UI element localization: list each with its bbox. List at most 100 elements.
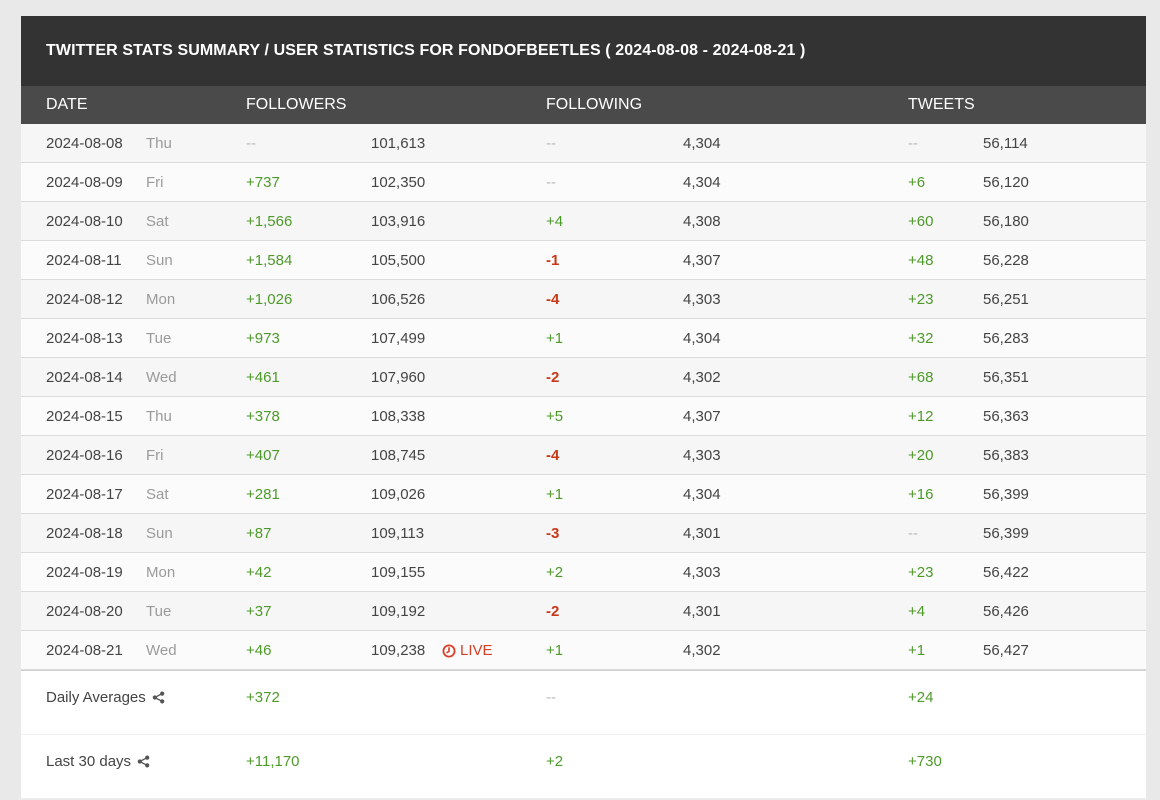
followers-change: +378	[246, 408, 280, 425]
following-total: 4,308	[683, 213, 721, 230]
followers-total: 108,745	[371, 447, 426, 464]
following-change: +1	[546, 330, 564, 347]
tweets-total: 56,120	[983, 174, 1029, 191]
followers-total: 108,338	[371, 408, 426, 425]
share-icon[interactable]	[137, 755, 150, 768]
followers-total: 107,960	[371, 369, 426, 386]
row-weekday: Wed	[146, 369, 177, 386]
row-date: 2024-08-18	[46, 525, 123, 542]
following-change: --	[546, 135, 556, 152]
row-date: 2024-08-08	[46, 135, 123, 152]
row-weekday: Sun	[146, 525, 173, 542]
table-row: 2024-08-10 Sat +1,566 103,916 +4 4,308 +60 56,1…	[21, 202, 1146, 241]
following-change: --	[546, 689, 556, 706]
table-row: 2024-08-21 Wed +46 109,238 LIVE +1 4,302 +1 56,4…	[21, 631, 1146, 670]
followers-total: 101,613	[371, 135, 426, 152]
row-weekday: Sat	[146, 486, 169, 503]
following-change: +2	[546, 753, 564, 770]
following-change: +1	[546, 486, 564, 503]
following-total: 4,303	[683, 291, 721, 308]
row-date: 2024-08-09	[46, 174, 123, 191]
tweets-total: 56,399	[983, 486, 1029, 503]
table-row: 2024-08-20 Tue +37 109,192 -2 4,301 +4 56,426	[21, 592, 1146, 631]
table-row: 2024-08-13 Tue +973 107,499 +1 4,304 +32 56,283	[21, 319, 1146, 358]
row-weekday: Sat	[146, 213, 169, 230]
row-date: 2024-08-15	[46, 408, 123, 425]
following-total: 4,303	[683, 447, 721, 464]
tweets-total: 56,363	[983, 408, 1029, 425]
row-weekday: Thu	[146, 408, 172, 425]
header-date: DATE	[46, 96, 88, 113]
summary-row: Daily Averages +372 -- +24	[21, 671, 1146, 735]
row-date: 2024-08-11	[46, 252, 122, 269]
followers-change: +1,026	[246, 291, 293, 308]
followers-change: +372	[246, 689, 280, 706]
summary-label: Last 30 days	[46, 753, 150, 770]
followers-total: 109,113	[371, 525, 425, 542]
following-change: +5	[546, 408, 564, 425]
followers-total: 103,916	[371, 213, 426, 230]
followers-change: --	[246, 135, 256, 152]
following-total: 4,307	[683, 408, 721, 425]
table-row: 2024-08-16 Fri +407 108,745 -4 4,303 +20 56,383	[21, 436, 1146, 475]
tweets-total: 56,399	[983, 525, 1029, 542]
row-weekday: Fri	[146, 447, 164, 464]
followers-change: +407	[246, 447, 280, 464]
following-total: 4,304	[683, 330, 721, 347]
following-total: 4,304	[683, 486, 721, 503]
tweets-change: +1	[908, 642, 926, 659]
tweets-change: +16	[908, 486, 934, 503]
followers-total: 102,350	[371, 174, 426, 191]
table-row: 2024-08-14 Wed +461 107,960 -2 4,302 +68 56,351	[21, 358, 1146, 397]
followers-change: +281	[246, 486, 280, 503]
row-weekday: Mon	[146, 564, 176, 581]
tweets-change: +48	[908, 252, 934, 269]
tweets-change: +23	[908, 291, 934, 308]
following-total: 4,304	[683, 174, 721, 191]
row-date: 2024-08-12	[46, 291, 123, 308]
tweets-change: +12	[908, 408, 934, 425]
clock-icon	[442, 644, 456, 658]
live-indicator[interactable]: LIVE	[442, 642, 493, 659]
following-change: +1	[546, 642, 564, 659]
row-date: 2024-08-20	[46, 603, 123, 620]
followers-change: +1,584	[246, 252, 293, 269]
page-title: TWITTER STATS SUMMARY / USER STATISTICS …	[21, 16, 1146, 86]
row-weekday: Wed	[146, 642, 177, 659]
table-row: 2024-08-11 Sun +1,584 105,500 -1 4,307 +48 56,2…	[21, 241, 1146, 280]
following-total: 4,304	[683, 135, 721, 152]
tweets-change: +32	[908, 330, 934, 347]
followers-total: 109,192	[371, 603, 426, 620]
following-total: 4,302	[683, 642, 721, 659]
following-total: 4,307	[683, 252, 721, 269]
tweets-total: 56,422	[983, 564, 1029, 581]
row-date: 2024-08-16	[46, 447, 123, 464]
header-tweets: TWEETS	[908, 96, 975, 113]
tweets-change: --	[908, 135, 918, 152]
share-icon[interactable]	[152, 691, 165, 704]
followers-change: +37	[246, 603, 272, 620]
following-change: +4	[546, 213, 564, 230]
followers-change: +1,566	[246, 213, 293, 230]
tweets-total: 56,427	[983, 642, 1029, 659]
tweets-total: 56,251	[983, 291, 1029, 308]
followers-change: +461	[246, 369, 280, 386]
tweets-change: +6	[908, 174, 926, 191]
live-label: LIVE	[460, 642, 493, 659]
table-row: 2024-08-19 Mon +42 109,155 +2 4,303 +23 56,422	[21, 553, 1146, 592]
following-total: 4,303	[683, 564, 721, 581]
following-change: -3	[546, 525, 560, 542]
following-total: 4,301	[683, 603, 721, 620]
tweets-change: +60	[908, 213, 934, 230]
tweets-total: 56,383	[983, 447, 1029, 464]
tweets-change: +68	[908, 369, 934, 386]
tweets-change: +24	[908, 689, 934, 706]
tweets-total: 56,283	[983, 330, 1029, 347]
row-weekday: Fri	[146, 174, 164, 191]
header-following: FOLLOWING	[546, 96, 643, 113]
table-row: 2024-08-09 Fri +737 102,350 -- 4,304 +6 56,120	[21, 163, 1146, 202]
summary-label: Daily Averages	[46, 689, 165, 706]
tweets-change: +23	[908, 564, 934, 581]
table-row: 2024-08-12 Mon +1,026 106,526 -4 4,303 +23 56,2…	[21, 280, 1146, 319]
followers-change: +42	[246, 564, 272, 581]
